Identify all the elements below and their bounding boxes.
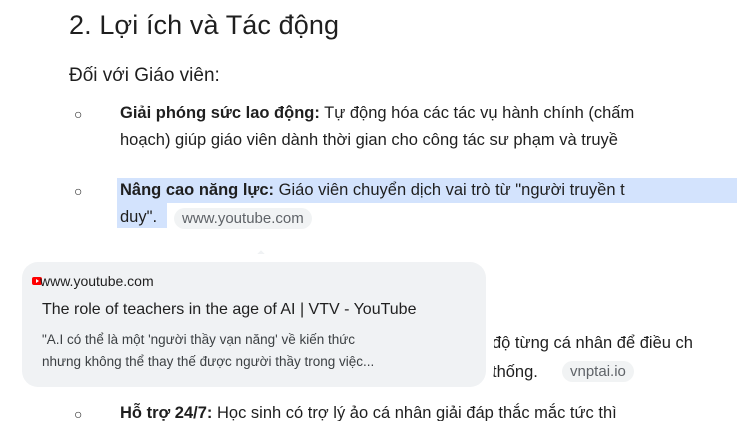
list-item-title: Nâng cao năng lực: (120, 181, 275, 199)
list-item-text: Tự động hóa các tác vụ hành chính (chấm (319, 104, 635, 122)
card-title-link[interactable]: The role of teachers in the age of AI | … (42, 301, 416, 319)
card-snippet: "A.I có thể là một 'người thầy vạn năng'… (42, 332, 356, 347)
list-item-text: Học sinh có trợ lý ảo cá nhân giải đáp t… (212, 404, 617, 421)
list-item-line: Giải phóng sức lao động: Tự động hóa các… (120, 104, 634, 123)
source-preview-card[interactable]: www.youtube.com The role of teachers in … (22, 262, 486, 387)
list-item-line: Hỗ trợ 24/7: Học sinh có trợ lý ảo cá nh… (120, 404, 617, 421)
card-snippet: nhưng không thể thay thế được người thầy… (42, 354, 375, 369)
list-item-line: thống. (492, 363, 538, 381)
list-bullet: ○ (74, 406, 83, 421)
list-bullet: ○ (74, 183, 83, 199)
list-item-line: hoạch) giúp giáo viên dành thời gian cho… (120, 131, 618, 149)
list-bullet: ○ (74, 106, 83, 122)
list-item-line: duy". (120, 208, 158, 226)
list-item-text: Giáo viên chuyển dịch vai trò từ "người … (274, 181, 625, 199)
source-chip-vnptai[interactable]: vnptai.io (562, 361, 634, 382)
section-heading: 2. Lợi ích và Tác động (69, 10, 340, 40)
card-source-domain: www.youtube.com (40, 273, 154, 289)
list-item-line: độ từng cá nhân để điều ch (492, 334, 693, 352)
source-chip-youtube[interactable]: www.youtube.com (174, 208, 312, 229)
document-page: 2. Lợi ích và Tác động Đối với Giáo viên… (0, 0, 737, 421)
list-item-title: Giải phóng sức lao động: (120, 104, 320, 122)
list-item-title: Hỗ trợ 24/7: (120, 404, 213, 421)
list-item-line: Nâng cao năng lực: Giáo viên chuyển dịch… (120, 181, 625, 200)
subsection-heading: Đối với Giáo viên: (69, 65, 220, 86)
